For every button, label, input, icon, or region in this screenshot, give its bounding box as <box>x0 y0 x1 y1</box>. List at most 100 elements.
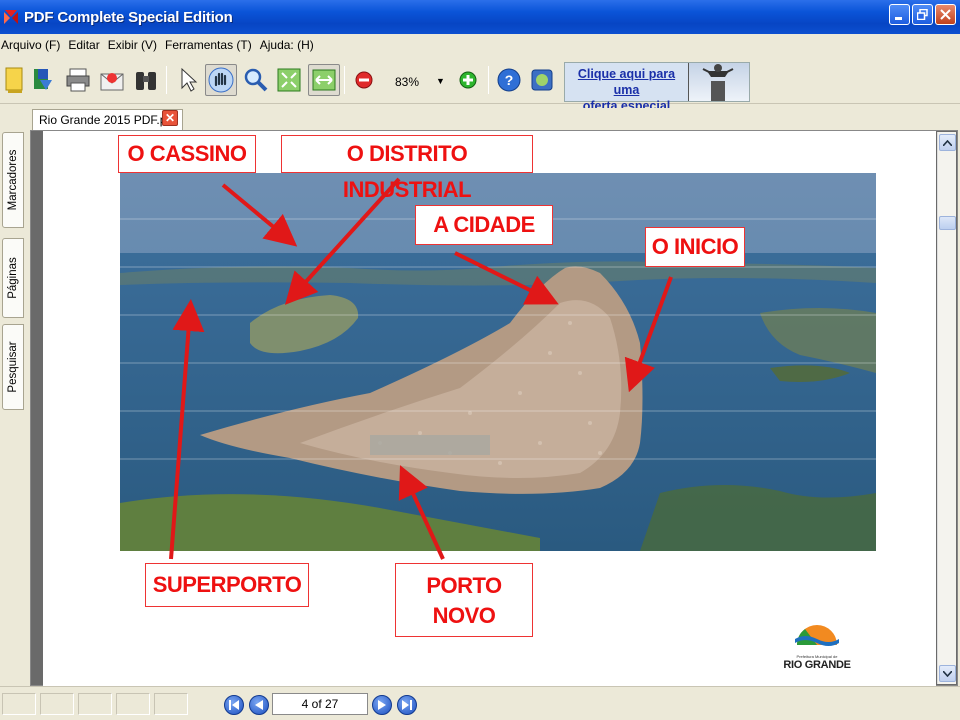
plus-circle-icon <box>459 71 477 89</box>
minimize-button[interactable] <box>889 4 910 25</box>
help-button[interactable]: ? <box>493 64 525 96</box>
label-cassino: O CASSINO <box>118 135 256 173</box>
statue-icon <box>702 64 734 101</box>
minus-circle-icon <box>355 71 373 89</box>
window-title: PDF Complete Special Edition <box>24 8 233 26</box>
title-bar: PDF Complete Special Edition <box>0 0 960 34</box>
label-inicio-text: O INICIO <box>651 234 739 259</box>
save-button[interactable] <box>28 64 60 96</box>
scrollbar-thumb[interactable] <box>939 216 956 230</box>
label-porto-novo: PORTO NOVO <box>395 563 533 637</box>
hand-icon <box>208 67 234 93</box>
zoom-out-button[interactable] <box>348 64 380 96</box>
next-page-icon <box>378 700 386 710</box>
side-tab-bookmarks-label: Marcadores <box>7 149 19 211</box>
logo-text: RIO GRANDE <box>783 659 851 671</box>
new-document-icon <box>5 67 23 93</box>
side-panel-tabs: Marcadores Páginas Pesquisar <box>0 130 28 686</box>
last-page-button[interactable] <box>397 695 417 715</box>
previous-page-icon <box>255 700 263 710</box>
page-indicator[interactable]: 4 of 27 <box>272 693 368 715</box>
menu-exibir[interactable]: Exibir (V) <box>107 38 162 52</box>
zoom-in-button[interactable] <box>452 64 484 96</box>
side-tab-search-label: Pesquisar <box>7 341 19 393</box>
document-tab[interactable]: Rio Grande 2015 PDF.pdf <box>32 109 184 130</box>
side-tab-pages-label: Páginas <box>7 257 19 299</box>
find-button[interactable] <box>130 64 162 96</box>
app-logo-icon <box>4 10 18 24</box>
menu-arquivo[interactable]: Arquivo (F) <box>0 38 65 52</box>
label-porto-line-1: PORTO <box>426 573 502 598</box>
label-cassino-text: O CASSINO <box>127 141 247 166</box>
scroll-up-button[interactable] <box>939 134 956 151</box>
fit-page-button[interactable] <box>273 64 305 96</box>
rio-grande-emblem <box>795 625 839 646</box>
side-tab-pages[interactable]: Páginas <box>2 238 24 318</box>
print-button[interactable] <box>62 64 94 96</box>
scroll-down-button[interactable] <box>939 665 956 682</box>
side-tab-search[interactable]: Pesquisar <box>2 324 24 410</box>
label-distrito-text: O DISTRITO INDUSTRIAL <box>342 141 472 202</box>
printer-icon <box>66 68 90 92</box>
close-icon <box>940 9 951 20</box>
label-distrito-industrial: O DISTRITO INDUSTRIAL <box>281 135 533 202</box>
select-tool-button[interactable] <box>172 64 204 96</box>
arrow-cursor-icon <box>181 67 198 92</box>
next-page-button[interactable] <box>372 695 392 715</box>
update-button[interactable] <box>526 64 558 96</box>
status-cell-4 <box>116 693 150 715</box>
label-porto-line-2: NOVO <box>432 603 496 628</box>
menu-bar: Arquivo (F) Editar Exibir (V) Ferramenta… <box>0 34 960 56</box>
promo-line-1[interactable]: Clique aqui para uma <box>565 66 688 98</box>
menu-editar[interactable]: Editar <box>67 38 104 52</box>
label-inicio: O INICIO <box>645 227 745 267</box>
previous-page-button[interactable] <box>249 695 269 715</box>
pdf-viewer-window: PDF Complete Special Edition Arquivo (F)… <box>0 0 960 720</box>
email-button[interactable] <box>96 64 128 96</box>
minimize-icon <box>895 17 902 20</box>
close-tab-button[interactable]: ✕ <box>162 110 178 126</box>
fit-width-button[interactable] <box>308 64 340 96</box>
menu-ferramentas[interactable]: Ferramentas (T) <box>164 38 257 52</box>
envelope-icon <box>100 73 124 91</box>
status-cell-2 <box>40 693 74 715</box>
hand-tool-button[interactable] <box>205 64 237 96</box>
label-cidade-text: A CIDADE <box>433 212 535 237</box>
label-superporto-text: SUPERPORTO <box>152 572 302 597</box>
special-offer-banner[interactable]: Clique aqui para uma oferta especial <box>564 62 750 113</box>
status-bar: 4 of 27 <box>0 686 960 720</box>
document-tab-bar: Rio Grande 2015 PDF.pdf ✕ <box>28 108 960 130</box>
close-window-button[interactable] <box>935 4 956 25</box>
vertical-scrollbar[interactable] <box>937 132 956 684</box>
save-download-icon <box>34 69 52 90</box>
help-icon: ? <box>497 68 521 92</box>
document-view[interactable]: O CASSINO O DISTRITO INDUSTRIAL A CIDADE… <box>30 130 958 686</box>
toolbar: 83% ▼ ? <box>0 56 960 104</box>
fit-width-icon <box>312 69 336 91</box>
status-cell-1 <box>2 693 36 715</box>
label-superporto: SUPERPORTO <box>145 563 309 607</box>
restore-button[interactable] <box>912 4 933 25</box>
zoom-level[interactable]: 83% <box>384 75 430 89</box>
status-cell-5 <box>154 693 188 715</box>
label-cidade: A CIDADE <box>415 205 553 245</box>
document-tab-label: Rio Grande 2015 PDF.pdf <box>39 113 177 127</box>
zoom-tool-button[interactable] <box>240 64 272 96</box>
rio-grande-logo: Prefeitura Municipal de RIO GRANDE <box>783 617 851 685</box>
magnifier-icon <box>244 68 268 92</box>
promo-image <box>688 63 749 101</box>
binoculars-icon <box>136 72 156 90</box>
chevron-down-icon <box>943 670 952 677</box>
fit-page-icon <box>277 68 301 92</box>
chevron-up-icon <box>943 139 952 146</box>
svg-text:?: ? <box>505 72 514 88</box>
zoom-dropdown-arrow-icon[interactable]: ▼ <box>436 76 445 86</box>
side-tab-bookmarks[interactable]: Marcadores <box>2 132 24 228</box>
first-page-icon <box>229 700 239 710</box>
pdf-page: O CASSINO O DISTRITO INDUSTRIAL A CIDADE… <box>43 131 936 686</box>
last-page-icon <box>402 700 412 710</box>
status-cell-3 <box>78 693 112 715</box>
first-page-button[interactable] <box>224 695 244 715</box>
restore-icon <box>917 9 928 20</box>
menu-ajuda[interactable]: Ajuda: (H) <box>259 38 319 52</box>
